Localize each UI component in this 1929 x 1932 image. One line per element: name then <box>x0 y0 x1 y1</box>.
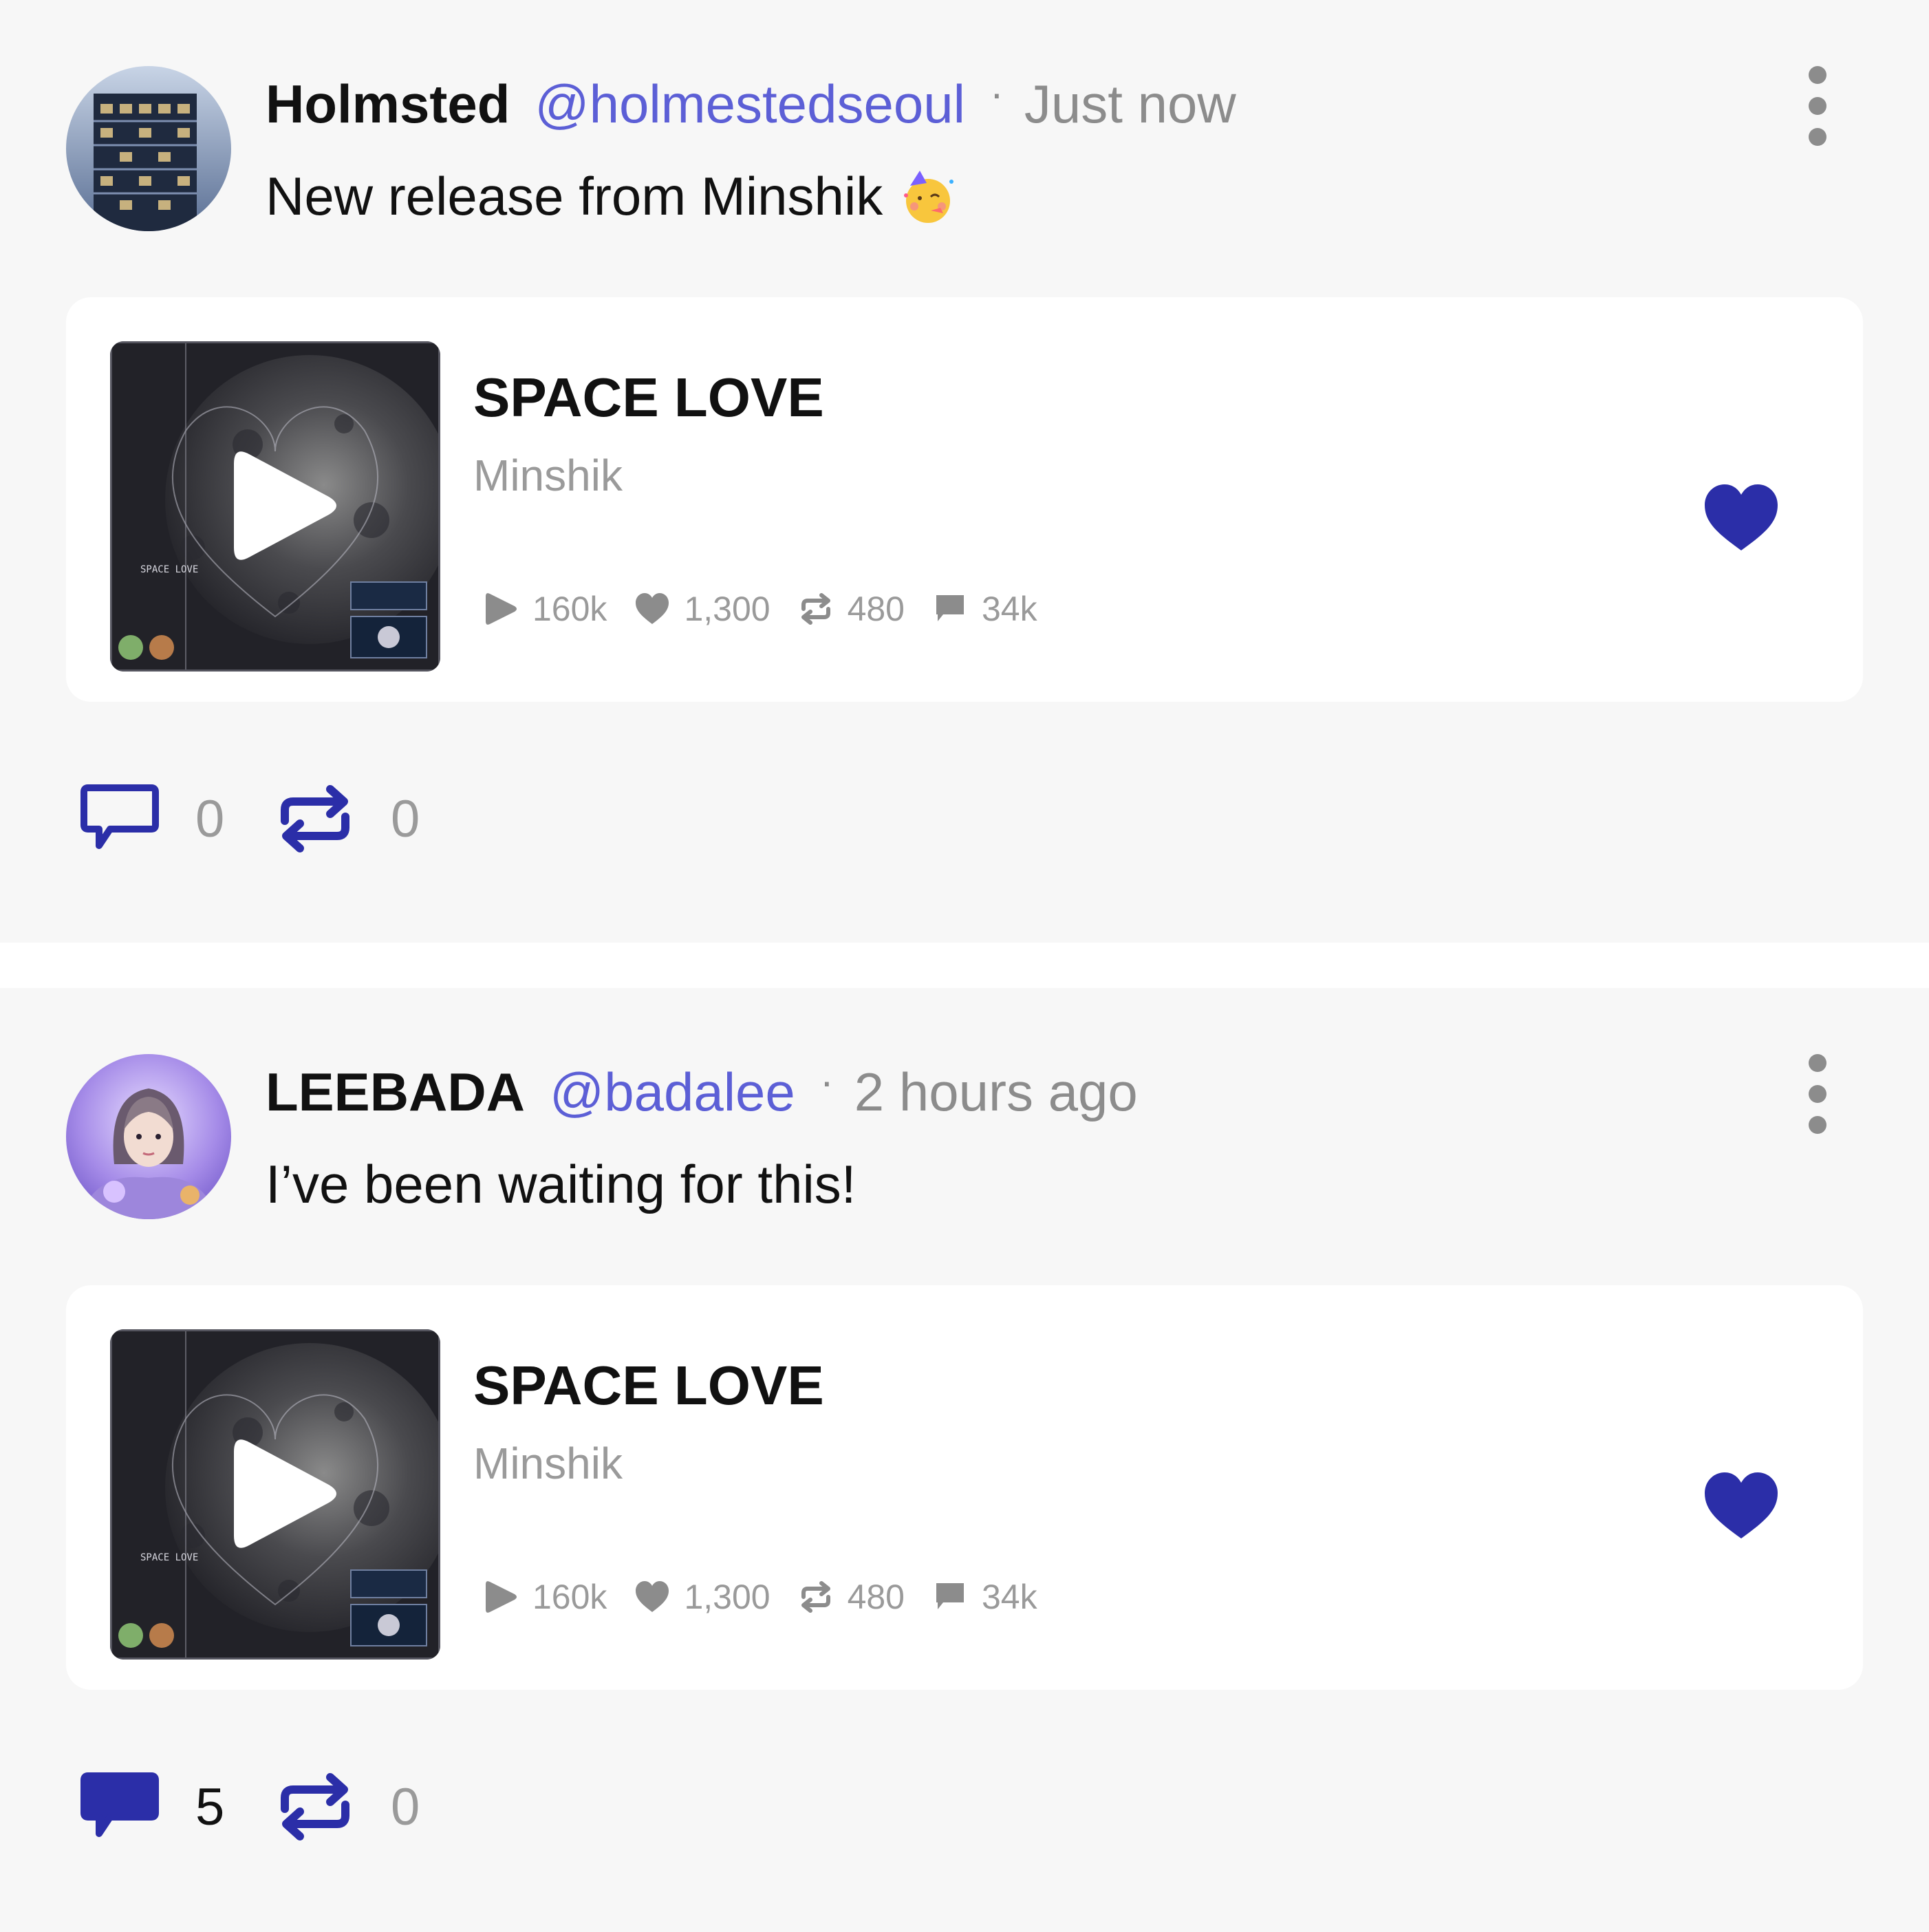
track-artist[interactable]: Minshik <box>473 1438 623 1489</box>
comments-stat: 34k <box>932 1577 1037 1617</box>
more-options-button[interactable] <box>1796 66 1840 146</box>
track-stats: 160k 1,300 480 34k <box>483 589 1065 629</box>
likes-count: 1,300 <box>684 1578 770 1616</box>
author-handle[interactable]: @badalee <box>550 1061 795 1124</box>
repost-button[interactable] <box>275 784 355 854</box>
plays-count: 160k <box>532 590 607 628</box>
comment-filled-button[interactable] <box>80 1772 160 1842</box>
more-dot-icon <box>1809 128 1826 146</box>
repost-count-icon <box>801 593 830 625</box>
track-title[interactable]: SPACE LOVE <box>473 366 824 429</box>
like-heart-button[interactable] <box>1703 483 1779 552</box>
post-body: I’ve been waiting for this! <box>266 1154 856 1214</box>
feed-post: LEEBADA @badalee · 2 hours ago I’ve been… <box>0 988 1929 1932</box>
partying-face-emoji-icon <box>904 170 954 223</box>
plays-stat: 160k <box>483 1577 607 1617</box>
reposts-count: 480 <box>847 590 905 628</box>
heart-count-icon <box>636 593 669 624</box>
comment-button[interactable] <box>80 784 160 854</box>
repost-count: 0 <box>391 1777 420 1836</box>
plays-count: 160k <box>532 1578 607 1616</box>
more-dot-icon <box>1809 1054 1826 1072</box>
more-dot-icon <box>1809 1116 1826 1134</box>
comments-count: 34k <box>982 1578 1037 1616</box>
album-cover[interactable]: SPACE LOVE <box>110 1329 440 1660</box>
comment-count: 5 <box>195 1777 225 1836</box>
repost-count: 0 <box>391 789 420 848</box>
likes-stat: 1,300 <box>634 589 770 629</box>
track-artist[interactable]: Minshik <box>473 450 623 501</box>
likes-stat: 1,300 <box>634 1577 770 1617</box>
post-timestamp: Just now <box>1024 74 1236 134</box>
play-button[interactable] <box>234 449 337 563</box>
post-timestamp: 2 hours ago <box>854 1062 1138 1122</box>
building-avatar-icon <box>66 66 231 231</box>
comments-stat: 34k <box>932 589 1037 629</box>
author-name[interactable]: Holmsted <box>266 73 510 136</box>
comment-count-icon <box>936 595 964 621</box>
track-stats: 160k 1,300 480 34k <box>483 1577 1065 1617</box>
cover-text: SPACE LOVE <box>140 1552 198 1563</box>
portrait-avatar-icon <box>66 1054 231 1219</box>
reposts-stat: 480 <box>798 589 905 629</box>
author-avatar[interactable] <box>66 66 231 231</box>
author-name[interactable]: LEEBADA <box>266 1061 525 1124</box>
post-header: LEEBADA @badalee · 2 hours ago <box>266 1058 1138 1130</box>
album-cover[interactable]: SPACE LOVE <box>110 341 440 672</box>
repost-count-icon <box>801 1581 830 1613</box>
track-title[interactable]: SPACE LOVE <box>473 1354 824 1417</box>
heart-count-icon <box>636 1581 669 1612</box>
post-actions: 5 0 <box>80 1772 471 1841</box>
separator-dot: · <box>819 1058 834 1104</box>
plays-stat: 160k <box>483 589 607 629</box>
cover-text: SPACE LOVE <box>140 564 198 575</box>
post-text: New release from Minshik <box>266 165 957 228</box>
reposts-stat: 480 <box>798 1577 905 1617</box>
track-card[interactable]: SPACE LOVE SPACE LOVE Minshik 160k 1,300… <box>66 297 1863 702</box>
post-text: I’ve been waiting for this! <box>266 1153 856 1216</box>
play-count-icon <box>486 1581 517 1613</box>
comment-count-icon <box>936 1583 964 1609</box>
author-avatar[interactable] <box>66 1054 231 1219</box>
track-card[interactable]: SPACE LOVE SPACE LOVE Minshik 160k 1,300… <box>66 1285 1863 1690</box>
post-actions: 0 0 <box>80 784 471 853</box>
play-button[interactable] <box>234 1437 337 1551</box>
author-handle[interactable]: @holmestedseoul <box>535 73 965 136</box>
more-dot-icon <box>1809 97 1826 115</box>
repost-button[interactable] <box>275 1772 355 1842</box>
post-header: Holmsted @holmestedseoul · Just now <box>266 70 1236 142</box>
likes-count: 1,300 <box>684 590 770 628</box>
more-options-button[interactable] <box>1796 1054 1840 1134</box>
more-dot-icon <box>1809 66 1826 84</box>
reposts-count: 480 <box>847 1578 905 1616</box>
separator-dot: · <box>989 70 1004 116</box>
comment-count: 0 <box>195 789 225 848</box>
more-dot-icon <box>1809 1085 1826 1103</box>
post-body: New release from Minshik <box>266 166 883 226</box>
like-heart-button[interactable] <box>1703 1471 1779 1540</box>
play-count-icon <box>486 593 517 625</box>
feed-post: Holmsted @holmestedseoul · Just now New … <box>0 0 1929 943</box>
comments-count: 34k <box>982 590 1037 628</box>
